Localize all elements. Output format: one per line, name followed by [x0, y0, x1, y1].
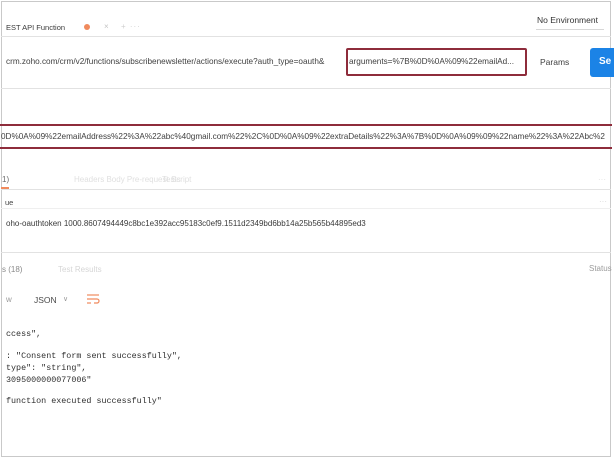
- unsaved-dot-icon: [84, 24, 90, 30]
- status-label: Status: [589, 264, 612, 273]
- response-line: 3095000000077006": [6, 375, 92, 385]
- new-tab-icon[interactable]: + ···: [121, 22, 141, 31]
- tab-tests[interactable]: Tests: [162, 175, 181, 184]
- tab-divider: [1, 36, 611, 37]
- environment-selector[interactable]: No Environment: [537, 15, 598, 25]
- params-button[interactable]: Params: [540, 57, 569, 67]
- close-tab-icon[interactable]: ×: [104, 22, 109, 31]
- auth-token-value[interactable]: oho-oauthtoken 1000.8607494449c8bc1e392a…: [6, 219, 366, 228]
- expanded-arguments-field[interactable]: 0D%0A%09%22emailAddress%22%3A%22abc%40gm…: [0, 124, 612, 149]
- wrap-lines-icon[interactable]: [86, 293, 100, 305]
- response-line: : "Consent form sent successfully",: [6, 351, 182, 361]
- response-divider: [1, 252, 611, 253]
- chevron-down-icon[interactable]: ∨: [63, 295, 68, 303]
- tab-authorization[interactable]: 1): [2, 175, 9, 184]
- table-header-divider: [1, 208, 611, 209]
- subtab-divider: [1, 189, 611, 190]
- environment-underline: [536, 29, 604, 30]
- url-arguments-highlight[interactable]: arguments=%7B%0D%0A%09%22emailAd...: [346, 48, 527, 76]
- url-input[interactable]: crm.zoho.com/crm/v2/functions/subscriben…: [6, 57, 324, 66]
- tab-body-response[interactable]: s (18): [2, 265, 22, 274]
- bulk-edit-icon[interactable]: ···: [599, 197, 607, 206]
- view-mode-raw[interactable]: w: [6, 295, 12, 304]
- key-column-header: ue: [5, 198, 14, 207]
- response-line: ccess",: [6, 329, 42, 339]
- response-line: type": "string",: [6, 363, 87, 373]
- response-line: function executed successfully": [6, 396, 162, 406]
- tab-cookies[interactable]: ···: [598, 175, 606, 184]
- format-select[interactable]: JSON: [34, 295, 57, 305]
- request-tab-title[interactable]: EST API Function: [6, 23, 65, 32]
- url-divider: [1, 88, 611, 89]
- send-button[interactable]: Se: [590, 48, 614, 77]
- tab-test-results[interactable]: Test Results: [58, 265, 102, 274]
